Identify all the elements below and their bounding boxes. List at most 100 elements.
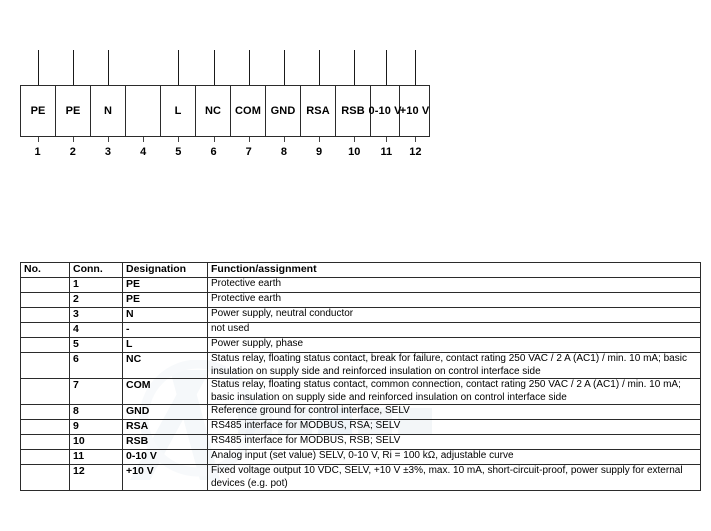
row-cell-no <box>20 337 70 353</box>
table-body: 1 PE Protective earth 2 PE Protective earth 3 N… <box>20 277 701 491</box>
terminal-tick-8 <box>266 137 301 144</box>
tick-mark-icon <box>37 137 39 142</box>
wire-line-icon <box>178 50 180 85</box>
pin-assignment-table: No. Conn. Designation Function/assignmen… <box>20 262 701 491</box>
row-cell-no <box>20 277 70 293</box>
row-cell-no <box>20 352 70 379</box>
terminal-tick-9 <box>302 137 337 144</box>
row-cell-function: Power supply, neutral conductor <box>207 307 701 323</box>
terminal-cell-12: +10 V <box>399 105 430 117</box>
row-cell-designation: N <box>122 307 208 323</box>
row-cell-designation: GND <box>122 404 208 420</box>
wire-line-icon <box>72 50 74 85</box>
row-cell-no <box>20 404 70 420</box>
tick-mark-icon <box>107 137 109 142</box>
terminal-tick-7 <box>231 137 266 144</box>
tick-mark-icon <box>386 137 388 142</box>
wire-line-icon <box>283 50 285 85</box>
terminal-cell-3: N <box>91 86 126 136</box>
column-header-conn: Conn. <box>69 262 123 278</box>
wire-line-icon <box>415 50 417 85</box>
row-cell-conn: 11 <box>69 449 123 465</box>
row-cell-no <box>20 292 70 308</box>
tick-mark-icon <box>354 137 356 142</box>
tick-mark-icon <box>72 137 74 142</box>
terminal-number-11: 11 <box>380 146 393 158</box>
terminal-tick-2 <box>55 137 90 144</box>
row-cell-conn: 6 <box>69 352 123 379</box>
row-cell-no <box>20 419 70 435</box>
terminal-number-7: 7 <box>245 146 252 158</box>
terminal-cell-2: PE <box>56 86 91 136</box>
column-header-designation: Designation <box>122 262 208 278</box>
terminal-cell-5: L <box>161 86 196 136</box>
row-cell-designation: COM <box>122 378 208 405</box>
terminal-tick-12 <box>401 137 430 144</box>
terminal-number-9: 9 <box>316 146 323 158</box>
table-row: 11 0-10 V Analog input (set value) SELV, 0… <box>20 449 701 465</box>
row-cell-conn: 1 <box>69 277 123 293</box>
wire-line-icon <box>107 50 109 85</box>
wire-stub-12 <box>401 50 430 85</box>
terminal-cell-10: RSB <box>336 86 371 136</box>
row-cell-conn: 12 <box>69 464 123 491</box>
terminal-number-12: 12 <box>409 146 422 158</box>
row-cell-function: Analog input (set value) SELV, 0-10 V, R… <box>207 449 701 465</box>
terminal-number-row: 1 2 3 4 5 6 7 8 9 10 11 12 <box>20 144 430 160</box>
table-row: 7 COM Status relay, floating status contac… <box>20 378 701 405</box>
row-cell-function: Power supply, phase <box>207 337 701 353</box>
row-cell-conn: 7 <box>69 378 123 405</box>
row-cell-conn: 2 <box>69 292 123 308</box>
terminal-number-5: 5 <box>175 146 182 158</box>
wire-stub-6 <box>196 50 231 85</box>
terminal-number-4: 4 <box>140 146 147 158</box>
terminal-number-1: 1 <box>34 146 41 158</box>
row-cell-function: Reference ground for control interface, … <box>207 404 701 420</box>
terminal-cell-11: 0-10 V <box>369 86 401 136</box>
wire-line-icon <box>386 50 388 85</box>
tick-mark-icon <box>213 137 215 142</box>
wire-stub-3 <box>90 50 125 85</box>
tick-mark-icon <box>319 137 321 142</box>
wire-line-icon <box>248 50 250 85</box>
wire-line-icon <box>213 50 215 85</box>
table-row: 3 N Power supply, neutral conductor <box>20 307 701 323</box>
row-cell-no <box>20 307 70 323</box>
row-cell-designation: RSB <box>122 434 208 450</box>
table-row: 1 PE Protective earth <box>20 277 701 293</box>
terminal-tick-5 <box>161 137 196 144</box>
terminal-block-diagram: PE PE N L NC COM GND RSA RSB 0-10 V +10 V 12345678… <box>20 50 430 160</box>
tick-mark-icon <box>248 137 250 142</box>
table-row: 10 RSB RS485 interface for MODBUS, RSB; SE… <box>20 434 701 450</box>
table-row: 6 NC Status relay, floating status contact… <box>20 352 701 379</box>
wire-stub-8 <box>266 50 301 85</box>
terminal-tick-4 <box>126 137 161 144</box>
terminal-tick-10 <box>337 137 372 144</box>
row-cell-function: Status relay, floating status contact, c… <box>207 378 701 405</box>
terminal-cell-8: GND <box>266 86 301 136</box>
table-row: 5 L Power supply, phase <box>20 337 701 353</box>
row-cell-no <box>20 322 70 338</box>
row-cell-designation: L <box>122 337 208 353</box>
wire-stub-1 <box>20 50 55 85</box>
row-cell-no <box>20 449 70 465</box>
wire-stub-2 <box>55 50 90 85</box>
tick-mark-icon <box>143 137 145 142</box>
tick-mark-icon <box>283 137 285 142</box>
terminal-cell-1: PE <box>21 86 56 136</box>
column-header-function: Function/assignment <box>207 262 701 278</box>
table-header-row: No. Conn. Designation Function/assignmen… <box>20 262 701 278</box>
terminal-number-8: 8 <box>280 146 287 158</box>
row-cell-designation: PE <box>122 277 208 293</box>
row-cell-designation: NC <box>122 352 208 379</box>
row-cell-designation: +10 V <box>122 464 208 491</box>
table-header: No. Conn. Designation Function/assignmen… <box>20 262 701 278</box>
terminal-number-3: 3 <box>104 146 112 158</box>
wire-line-icon <box>319 50 321 85</box>
terminal-cell-7: COM <box>231 86 266 136</box>
row-cell-function: not used <box>207 322 701 338</box>
table-row: 9 RSA RS485 interface for MODBUS, RSA; SEL… <box>20 419 701 435</box>
terminal-cell-4 <box>126 86 161 136</box>
terminal-cell-9: RSA <box>301 86 336 136</box>
row-cell-function: Fixed voltage output 10 VDC, SELV, +10 V… <box>207 464 701 491</box>
